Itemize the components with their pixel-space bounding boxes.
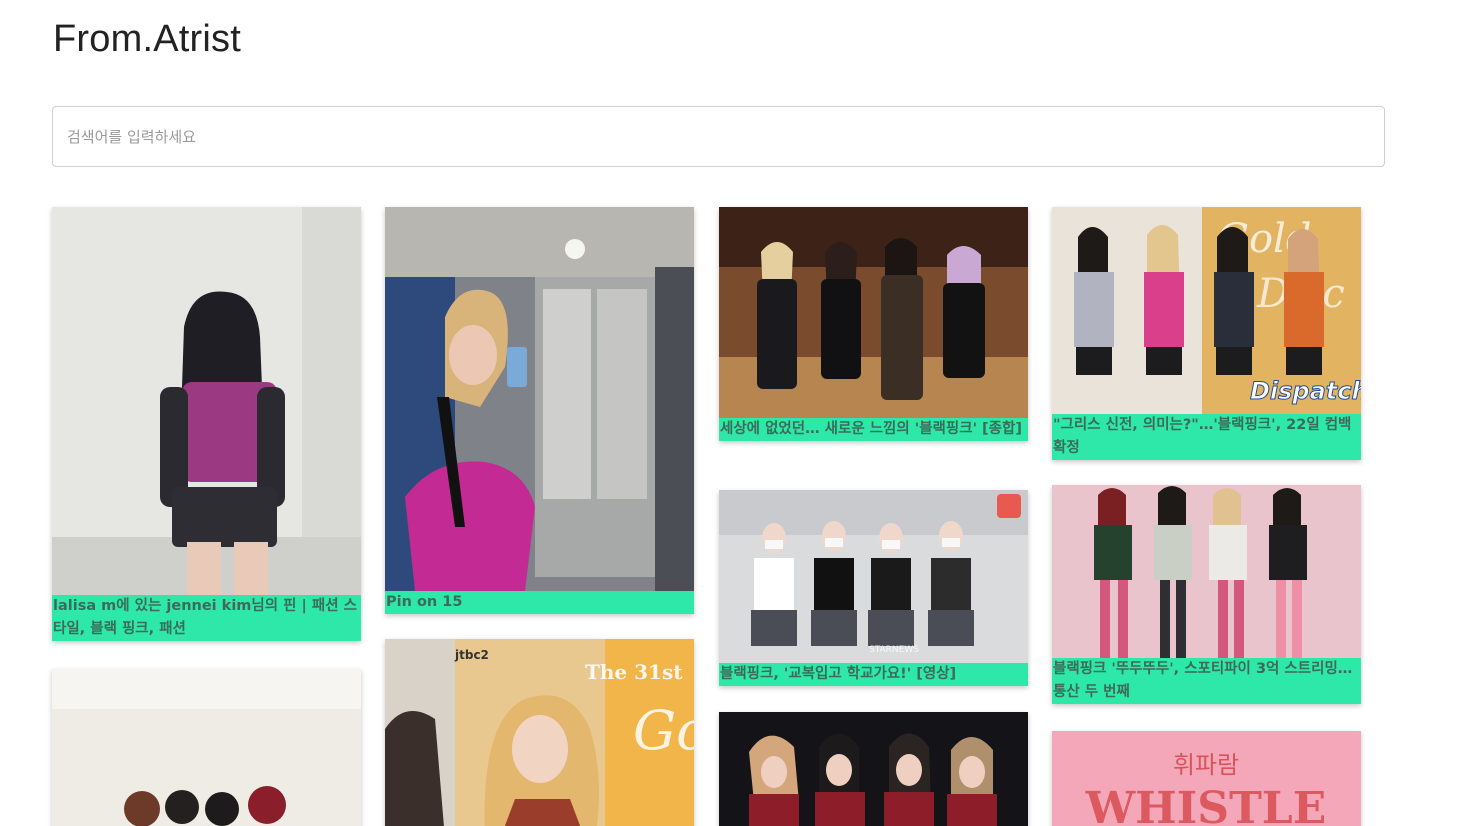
image-card[interactable] [52, 669, 361, 826]
card-caption: 블랙핑크 '뚜두뚜두', 스포티파이 3억 스트리밍…통산 두 번째 [1052, 658, 1361, 704]
image-card[interactable]: 세상에 없었던… 새로운 느낌의 '블랙핑크' [종합] [719, 207, 1028, 441]
card-caption: Pin on 15 [385, 591, 694, 614]
image-card[interactable]: 휘파람 WHISTLE [1052, 731, 1361, 826]
search-input[interactable] [52, 106, 1385, 167]
event-logo-text: The 31st [585, 660, 683, 684]
card-caption: 블랙핑크, '교복입고 학교가요!' [영상] [719, 663, 1028, 686]
page: From.Atrist lalisa m에 있는 jennei kim님의 핀 … [0, 0, 1459, 826]
watermark-text: Dispatch [1250, 377, 1361, 405]
svg-text:Gol: Gol [633, 699, 694, 762]
watermark-text: STARNEWS [869, 645, 919, 655]
card-image [719, 712, 1028, 826]
page-title: From.Atrist [53, 18, 241, 60]
card-image: The 31st Gol jtbc2 [385, 639, 694, 826]
card-image: Gold Disc [1052, 207, 1361, 414]
card-image [385, 207, 694, 591]
broadcaster-logo-text: jtbc2 [454, 648, 489, 662]
image-card[interactable]: lalisa m에 있는 jennei kim님의 핀 | 패션 스타일, 블랙… [52, 207, 361, 641]
card-caption: "그리스 신전, 의미는?"…'블랙핑크', 22일 컴백 확정 [1052, 414, 1361, 460]
card-image: 휘파람 WHISTLE [1052, 731, 1361, 826]
image-card[interactable]: Pin on 15 [385, 207, 694, 614]
card-image: STARNEWS [719, 490, 1028, 663]
card-image [52, 207, 361, 595]
card-image [52, 669, 361, 826]
image-card[interactable]: The 31st Gol jtbc2 [385, 639, 694, 826]
card-caption: 세상에 없었던… 새로운 느낌의 '블랙핑크' [종합] [719, 418, 1028, 441]
album-title-korean: 휘파람 [1173, 751, 1239, 779]
card-caption: lalisa m에 있는 jennei kim님의 핀 | 패션 스타일, 블랙… [52, 595, 361, 641]
image-card[interactable]: 블랙핑크 '뚜두뚜두', 스포티파이 3억 스트리밍…통산 두 번째 [1052, 485, 1361, 704]
card-image [1052, 485, 1361, 658]
card-image [719, 207, 1028, 418]
image-card[interactable]: Gold Disc [1052, 207, 1361, 460]
album-title: WHISTLE [1085, 783, 1327, 826]
image-card[interactable]: STARNEWS 블랙핑크, '교복입고 학교가요!' [영상] [719, 490, 1028, 686]
image-card[interactable] [719, 712, 1028, 826]
